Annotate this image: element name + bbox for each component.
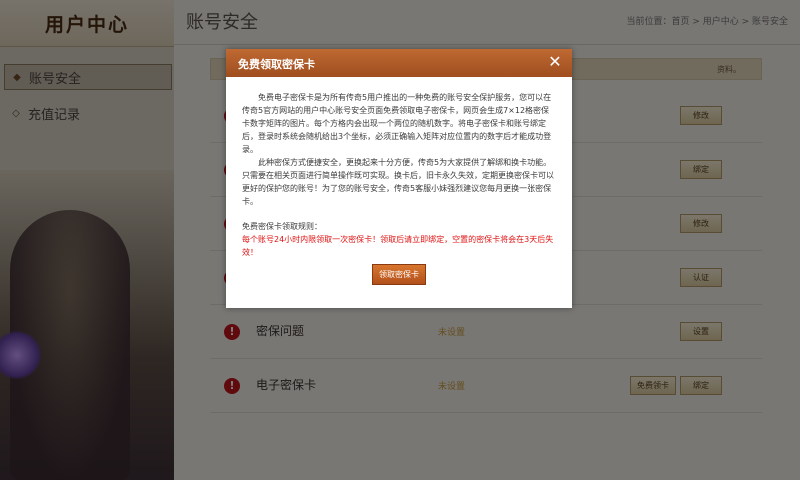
description-paragraph: 此种密保方式便捷安全，更换起来十分方便，传奇5为大家提供了解绑和换卡功能。只需要… — [242, 158, 554, 206]
dialog-body: 免费电子密保卡是为所有传奇5用户推出的一种免费的账号安全保护服务，您可以在传奇5… — [226, 77, 572, 259]
description-paragraph: 免费电子密保卡是为所有传奇5用户推出的一种免费的账号安全保护服务，您可以在传奇5… — [242, 93, 552, 154]
close-icon[interactable]: ✕ — [546, 53, 564, 71]
dialog-title: 免费领取密保卡 — [238, 58, 315, 71]
claim-security-card-dialog: 免费领取密保卡 ✕ 免费电子密保卡是为所有传奇5用户推出的一种免费的账号安全保护… — [226, 49, 572, 308]
dialog-header: 免费领取密保卡 ✕ — [226, 49, 572, 77]
rules-title: 免费密保卡领取规则： — [242, 222, 322, 231]
claim-card-button[interactable]: 领取密保卡 — [372, 264, 426, 285]
rules-text: 每个账号24小时内限领取一次密保卡！领取后请立即绑定，空置的密保卡将会在3天后失… — [242, 235, 554, 257]
